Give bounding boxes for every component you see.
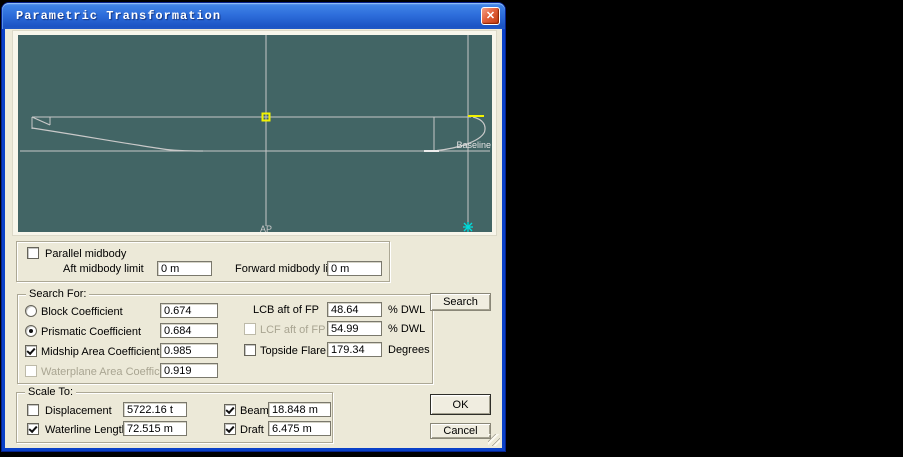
baseline-label: Baseline xyxy=(456,140,491,150)
draft-input[interactable] xyxy=(268,421,331,436)
block-coefficient-label: Block Coefficient xyxy=(41,306,123,318)
lcb-unit-label: % DWL xyxy=(388,304,425,316)
lcf-aft-of-fp-label: LCF aft of FP xyxy=(260,324,325,336)
midship-area-coefficient-input[interactable] xyxy=(160,343,218,358)
waterplane-area-coefficient-checkbox[interactable] xyxy=(25,365,37,377)
waterplane-area-coefficient-label: Waterplane Area Coefficient xyxy=(41,366,177,378)
topside-flare-label: Topside Flare xyxy=(260,345,326,357)
parallel-midbody-label: Parallel midbody xyxy=(45,248,126,260)
beam-checkbox[interactable] xyxy=(224,404,236,416)
cancel-button[interactable]: Cancel xyxy=(430,423,491,439)
ok-button[interactable]: OK xyxy=(430,394,491,415)
aft-midbody-limit-input[interactable] xyxy=(157,261,212,276)
prismatic-coefficient-input[interactable] xyxy=(160,323,218,338)
topside-flare-checkbox[interactable] xyxy=(244,344,256,356)
waterline-length-checkbox[interactable] xyxy=(27,423,39,435)
hull-profile-canvas: AP Baseline xyxy=(18,35,492,232)
hull-profile-drawing: AP Baseline xyxy=(18,35,492,232)
displacement-label: Displacement xyxy=(45,405,112,417)
hull-outline xyxy=(32,117,485,151)
beam-input[interactable] xyxy=(268,402,331,417)
waterline-length-input[interactable] xyxy=(123,421,187,436)
close-icon: ✕ xyxy=(486,11,495,22)
displacement-checkbox[interactable] xyxy=(27,404,39,416)
parametric-transformation-dialog: Parametric Transformation ✕ xyxy=(2,3,505,451)
dialog-title: Parametric Transformation xyxy=(16,9,221,23)
forward-midbody-limit-input[interactable] xyxy=(327,261,382,276)
draft-label: Draft xyxy=(240,424,264,436)
search-for-group: Search For: Block Coefficient Prismatic … xyxy=(17,294,433,384)
prismatic-coefficient-label: Prismatic Coefficient xyxy=(41,326,141,338)
displacement-input[interactable] xyxy=(123,402,187,417)
block-coefficient-radio[interactable] xyxy=(25,305,37,317)
lcb-aft-of-fp-input[interactable] xyxy=(327,302,382,317)
hull-preview-frame: AP Baseline xyxy=(12,30,497,236)
topside-flare-input[interactable] xyxy=(327,342,382,357)
lcb-aft-of-fp-label: LCB aft of FP xyxy=(199,304,319,316)
lcf-aft-of-fp-checkbox[interactable] xyxy=(244,323,256,335)
aft-midbody-limit-label: Aft midbody limit xyxy=(63,263,144,275)
ap-label: AP xyxy=(260,224,272,232)
waterline-length-label: Waterline Length xyxy=(45,424,128,436)
desktop-background: Parametric Transformation ✕ xyxy=(0,0,903,457)
lcf-aft-of-fp-input[interactable] xyxy=(327,321,382,336)
fp-base-marker[interactable] xyxy=(463,222,473,232)
beam-label: Beam xyxy=(240,405,269,417)
scale-to-title: Scale To: xyxy=(25,386,76,398)
scale-to-group: Scale To: Displacement Waterline Length … xyxy=(16,392,333,443)
parallel-midbody-checkbox[interactable] xyxy=(27,247,39,259)
resize-grip[interactable] xyxy=(488,434,500,446)
waterplane-area-coefficient-input[interactable] xyxy=(160,363,218,378)
parallel-midbody-group: Parallel midbody Aft midbody limit Forwa… xyxy=(16,241,390,282)
close-button[interactable]: ✕ xyxy=(481,7,500,25)
prismatic-coefficient-radio[interactable] xyxy=(25,325,37,337)
dialog-client-area: AP Baseline Parallel midbody Aft midbody… xyxy=(5,29,502,448)
midship-area-coefficient-checkbox[interactable] xyxy=(25,345,37,357)
search-button[interactable]: Search xyxy=(430,293,491,311)
draft-checkbox[interactable] xyxy=(224,423,236,435)
search-for-title: Search For: xyxy=(26,288,89,300)
topside-flare-unit-label: Degrees xyxy=(388,344,430,356)
lcf-unit-label: % DWL xyxy=(388,323,425,335)
midship-area-coefficient-label: Midship Area Coefficient xyxy=(41,346,159,358)
dialog-titlebar[interactable]: Parametric Transformation ✕ xyxy=(2,3,505,29)
